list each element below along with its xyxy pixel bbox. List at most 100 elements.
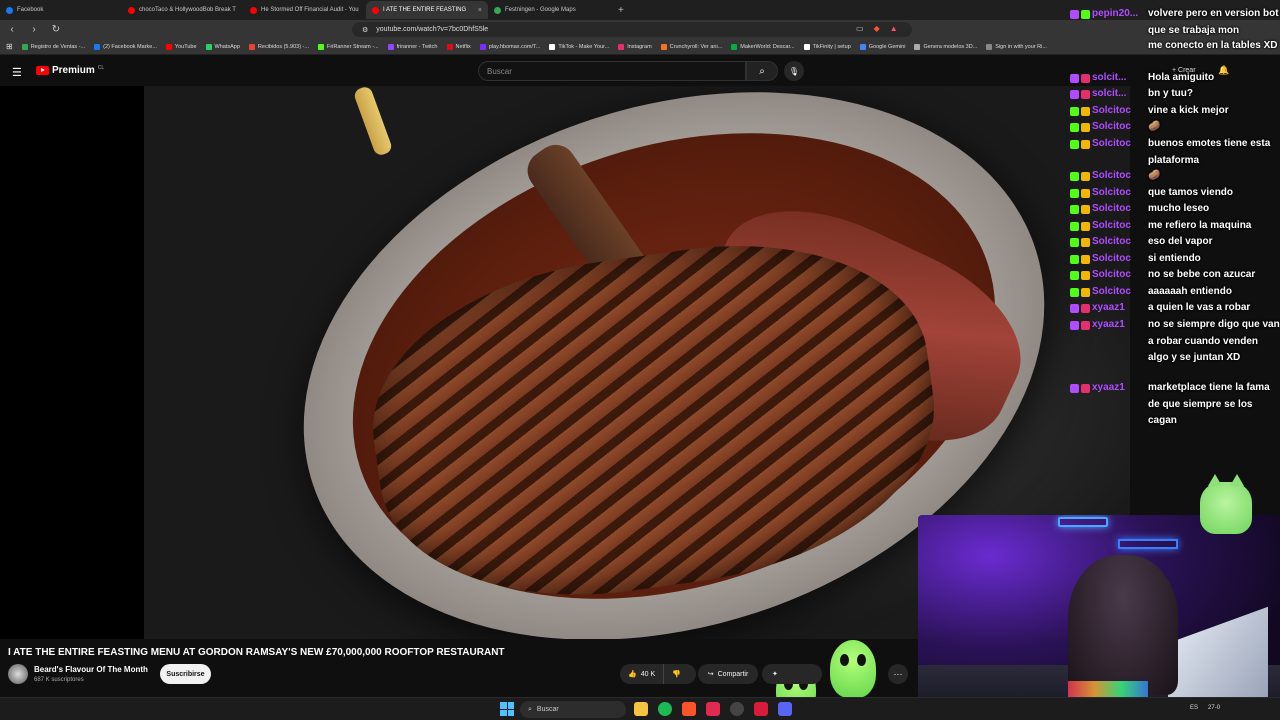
clock[interactable]: 27-0 bbox=[1208, 705, 1220, 711]
chat-badge-icon bbox=[1070, 287, 1079, 297]
discord-icon[interactable] bbox=[778, 702, 792, 716]
chat-message-header: Solcitoc bbox=[1070, 267, 1131, 284]
subscriber-count: 687 K suscriptores bbox=[34, 677, 84, 683]
chat-badge-icon bbox=[1081, 221, 1090, 231]
chat-text: me refiero la maquina bbox=[1148, 220, 1252, 231]
bookmark-item[interactable]: Genera modelos 3D... bbox=[914, 43, 978, 50]
browser-tab[interactable]: Facebook bbox=[0, 1, 122, 19]
bookmark-item[interactable]: MakerWorld: Descar... bbox=[731, 43, 795, 50]
brave-shield-icon[interactable]: ◆ bbox=[874, 24, 880, 33]
chat-text: aaaaaah entiendo bbox=[1148, 286, 1232, 297]
bookmark-item[interactable]: Instagram bbox=[618, 43, 652, 50]
share-button[interactable]: ↪ Compartir bbox=[698, 664, 758, 684]
bookmark-item[interactable]: Registro de Ventas -... bbox=[21, 43, 85, 50]
bookmark-item[interactable]: Netflix bbox=[446, 43, 471, 50]
chat-message-header: Solcitoc bbox=[1070, 136, 1131, 153]
bookmark-item[interactable]: TikFinity | setup bbox=[803, 43, 851, 50]
chat-username: Solcitoc bbox=[1092, 236, 1131, 247]
windows-taskbar: ⌕ Buscar ES 27-0 bbox=[0, 697, 1280, 720]
language-indicator[interactable]: ES bbox=[1190, 705, 1198, 711]
site-info-icon[interactable]: ⚙ bbox=[362, 26, 368, 34]
recorder-icon[interactable] bbox=[754, 702, 768, 716]
chat-text: si entiendo bbox=[1148, 253, 1201, 264]
spotify-icon[interactable] bbox=[658, 702, 672, 716]
like-button[interactable]: 👍 40 K bbox=[620, 664, 665, 684]
chat-badge-icon bbox=[1070, 237, 1079, 247]
bookmark-item[interactable]: (2) Facebook Marke... bbox=[94, 43, 157, 50]
chat-username: Solcitoc bbox=[1092, 105, 1131, 116]
like-dislike-group: 👍 40 K 👎 bbox=[620, 664, 696, 684]
bookmark-item[interactable]: Crunchyroll: Ver ani... bbox=[660, 43, 722, 50]
bookmark-item[interactable]: friranner - Twitch bbox=[387, 43, 438, 50]
windows-icon[interactable] bbox=[500, 702, 514, 716]
forward-icon[interactable]: › bbox=[28, 24, 40, 35]
browser-tab[interactable]: chocoTaco & HollywoodBob Break T bbox=[122, 1, 244, 19]
channel-name[interactable]: Beard's Flavour Of The Month bbox=[34, 665, 148, 674]
chat-message-header: solcit... bbox=[1070, 70, 1126, 87]
sparkle-icon: ✦ bbox=[772, 671, 778, 678]
bookmark-item[interactable]: Google Gemini bbox=[859, 43, 905, 50]
chat-badge-icon bbox=[1081, 9, 1090, 19]
browser-tab[interactable]: Festningen - Google Maps bbox=[488, 1, 610, 19]
bookmark-label: Genera modelos 3D... bbox=[923, 43, 978, 50]
pan-handle bbox=[352, 86, 394, 157]
search-button[interactable]: ⌕ bbox=[746, 61, 778, 81]
bookmark-label: play.hbomax.com/T... bbox=[488, 43, 541, 50]
channel-avatar[interactable] bbox=[8, 664, 28, 684]
reload-icon[interactable]: ↻ bbox=[50, 24, 62, 35]
apps-grid-icon[interactable]: ⊞ bbox=[6, 42, 13, 51]
bookmark-favicon-icon bbox=[986, 43, 993, 50]
bookmark-item[interactable]: FriRanner Stream -... bbox=[317, 43, 379, 50]
new-tab-button[interactable]: + bbox=[610, 5, 632, 16]
bookmark-item[interactable]: TikTok - Make Your... bbox=[549, 43, 609, 50]
chat-text: me conecto en la tables XD bbox=[1148, 40, 1278, 51]
obs-icon[interactable] bbox=[730, 702, 744, 716]
bookmark-item[interactable]: Recibidos (5.903) -... bbox=[248, 43, 309, 50]
brave-icon[interactable] bbox=[682, 702, 696, 716]
chat-username: Solcitoc bbox=[1092, 187, 1131, 198]
subscribe-button[interactable]: Suscribirse bbox=[160, 664, 211, 684]
chat-message-header: Solcitoc bbox=[1070, 119, 1131, 136]
chat-badge-icon bbox=[1070, 122, 1079, 132]
ask-button[interactable]: ✦ bbox=[762, 664, 822, 684]
chat-username: xyaaz1 bbox=[1092, 302, 1125, 313]
brave-rewards-icon[interactable]: ▲ bbox=[890, 24, 898, 33]
neon-light bbox=[1118, 539, 1178, 549]
bookmark-item[interactable]: YouTube bbox=[165, 43, 197, 50]
voice-search-button[interactable]: 🎙 bbox=[784, 61, 804, 81]
neon-sign bbox=[1058, 517, 1108, 527]
system-tray: ES 27-0 bbox=[1190, 705, 1220, 711]
dislike-button[interactable]: 👎 bbox=[664, 664, 689, 684]
browser-tab[interactable]: I ATE THE ENTIRE FEASTING × bbox=[366, 1, 488, 19]
chat-badge-icon bbox=[1070, 320, 1079, 330]
youtube-search-input[interactable]: Buscar bbox=[478, 61, 746, 81]
chat-text: 🥔 bbox=[1148, 170, 1161, 181]
taskbar-search[interactable]: ⌕ Buscar bbox=[520, 701, 626, 718]
bookmark-item[interactable]: Sign in with your Ri... bbox=[986, 43, 1047, 50]
chat-text: volvere pero en version bot que se traba… bbox=[1148, 8, 1279, 36]
bookmark-item[interactable]: play.hbomax.com/T... bbox=[479, 43, 541, 50]
close-tab-icon[interactable]: × bbox=[478, 7, 482, 14]
chat-badge-icon bbox=[1081, 237, 1090, 247]
like-icon: 👍 bbox=[628, 671, 637, 678]
bookmark-item[interactable]: WhatsApp bbox=[205, 43, 240, 50]
chat-message-header: Solcitoc bbox=[1070, 251, 1131, 268]
streamer bbox=[1068, 555, 1178, 695]
chat-text: 🥔 bbox=[1148, 121, 1161, 132]
search-placeholder: Buscar bbox=[487, 66, 512, 76]
taskbar-apps bbox=[634, 702, 792, 716]
more-actions-button[interactable]: ⋯ bbox=[888, 664, 908, 684]
file-explorer-icon[interactable] bbox=[634, 702, 648, 716]
bookmark-label: Netflix bbox=[455, 43, 471, 50]
back-icon[interactable]: ‹ bbox=[6, 24, 18, 35]
chat-message-header: Solcitoc bbox=[1070, 185, 1131, 202]
browser-tab[interactable]: He Stormed Off Financial Audit - You bbox=[244, 1, 366, 19]
bookmark-label: friranner - Twitch bbox=[396, 43, 438, 50]
address-bar[interactable]: ⚙ youtube.com/watch?v=7bc0DhfS5le bbox=[352, 22, 912, 37]
cast-icon[interactable]: ▭ bbox=[856, 24, 864, 33]
menu-icon[interactable]: ☰ bbox=[12, 66, 22, 79]
youtube-logo[interactable]: Premium CL bbox=[36, 65, 104, 76]
app-icon[interactable] bbox=[706, 702, 720, 716]
tab-favicon-icon bbox=[128, 6, 135, 14]
video-title: I ATE THE ENTIRE FEASTING MENU AT GORDON… bbox=[8, 647, 505, 658]
